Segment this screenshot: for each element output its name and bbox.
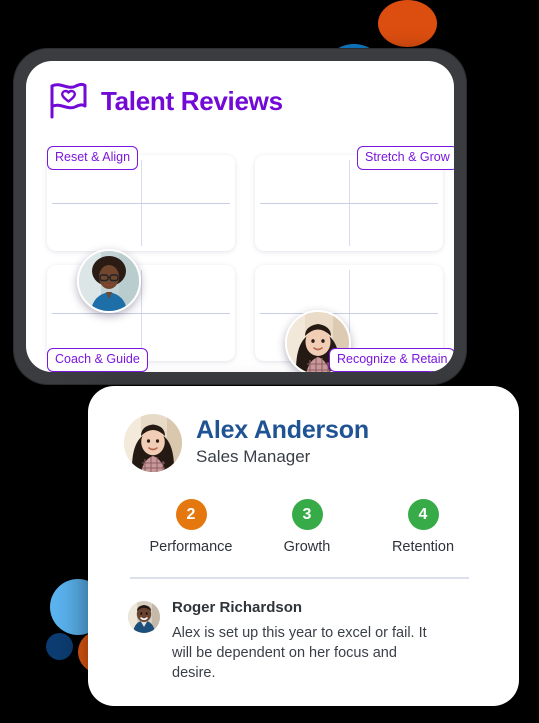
score-badge-retention: 4 (407, 499, 439, 530)
man-smiling-avatar (128, 600, 160, 633)
score-label-growth: Growth (283, 539, 331, 555)
employee-profile-card: Alex Anderson Sales Manager 2 Performanc… (88, 386, 519, 706)
grid-divider-horizontal (52, 203, 230, 204)
woman-glasses-blue-top-avatar (79, 251, 139, 311)
comment-body: Roger Richardson Alex is set up this yea… (172, 599, 442, 683)
profile-name: Alex Anderson (196, 416, 369, 445)
score-list: 2 Performance 3 Growth 4 Retention (124, 499, 493, 555)
comment-avatar[interactable] (128, 600, 160, 633)
profile-header: Alex Anderson Sales Manager (124, 414, 493, 472)
profile-identity: Alex Anderson Sales Manager (196, 417, 369, 468)
section-divider (130, 577, 469, 579)
grid-divider-horizontal (260, 203, 438, 204)
employee-marker-1[interactable] (77, 249, 141, 313)
comment-item: Roger Richardson Alex is set up this yea… (128, 599, 493, 683)
quadrant-coach-guide[interactable] (47, 265, 235, 361)
flag-heart-icon (46, 81, 90, 121)
score-badge-performance: 2 (175, 499, 207, 530)
quadrant-tag-reset-align[interactable]: Reset & Align (47, 146, 139, 170)
comment-text: Alex is set up this year to excel or fai… (172, 624, 427, 681)
panel-header: Talent Reviews (46, 81, 283, 121)
score-retention[interactable]: 4 Retention (380, 499, 466, 555)
grid-divider-horizontal (260, 313, 438, 314)
orange-circle-top (378, 0, 437, 47)
score-badge-growth: 3 (291, 499, 323, 530)
comment-author: Roger Richardson (172, 598, 303, 616)
woman-dark-hair-plaid-avatar (124, 414, 182, 472)
score-label-performance: Performance (149, 539, 233, 555)
quadrant-tag-recognize-retain[interactable]: Recognize & Retain (329, 348, 454, 372)
navy-circle-bottom (46, 633, 73, 660)
screenshot-stage: Talent Reviews Reset & Align Stretch & G… (0, 0, 539, 723)
grid-divider-horizontal (52, 313, 230, 314)
page-title: Talent Reviews (101, 85, 283, 116)
score-label-retention: Retention (391, 539, 455, 555)
quadrant-tag-stretch-grow[interactable]: Stretch & Grow (357, 146, 454, 170)
score-performance[interactable]: 2 Performance (148, 499, 234, 555)
quadrant-tag-coach-guide[interactable]: Coach & Guide (47, 348, 148, 372)
score-growth[interactable]: 3 Growth (264, 499, 350, 555)
talent-reviews-panel: Talent Reviews Reset & Align Stretch & G… (26, 61, 454, 372)
avatar[interactable] (124, 414, 182, 472)
profile-role: Sales Manager (196, 447, 311, 467)
